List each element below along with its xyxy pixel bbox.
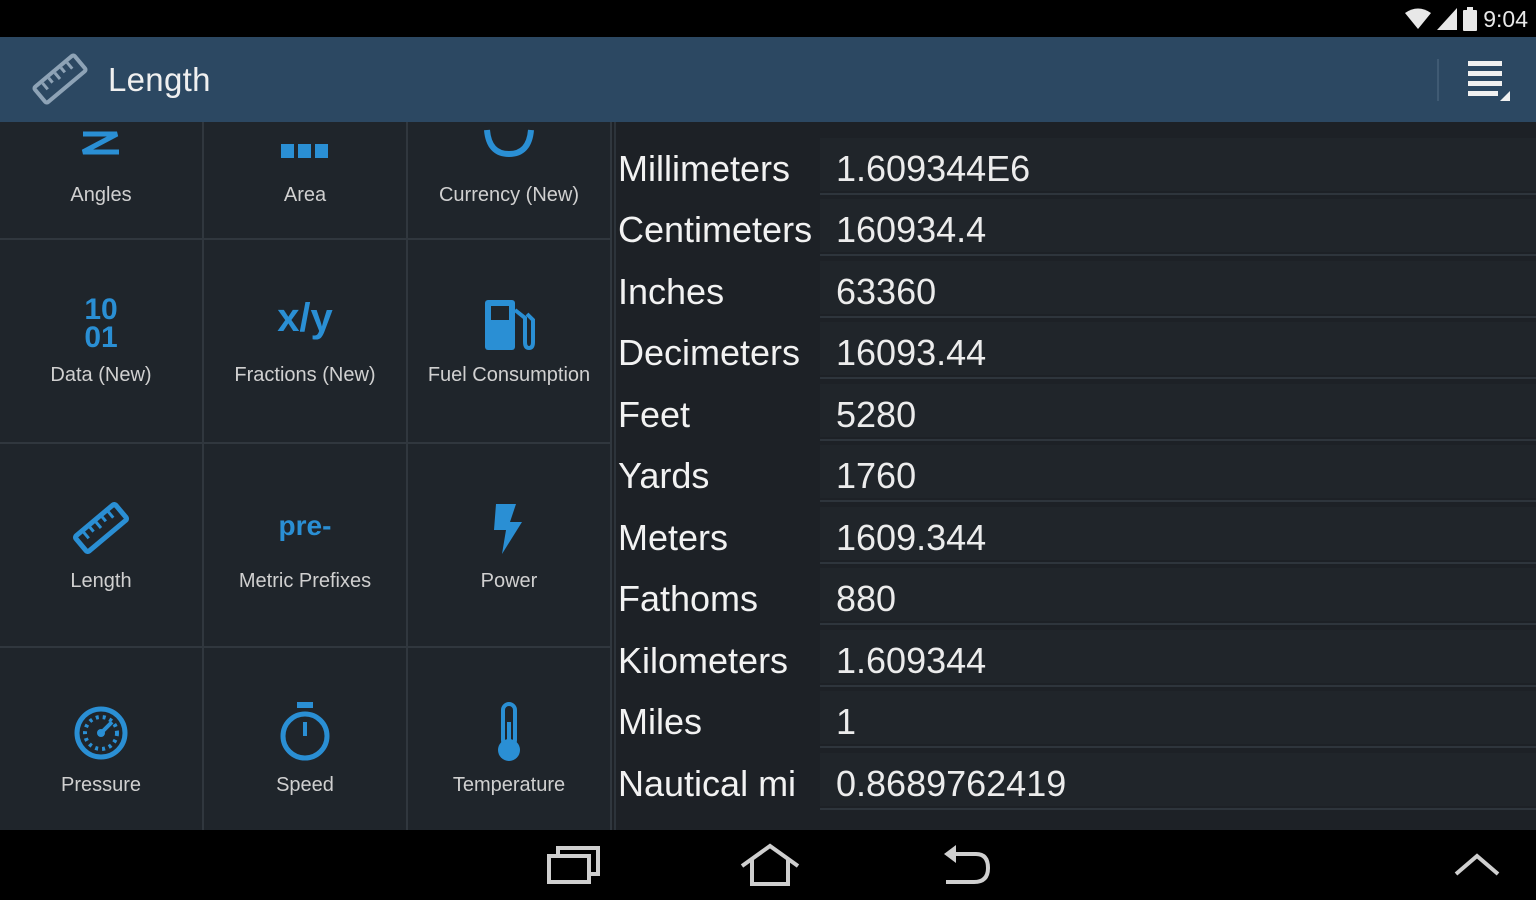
wifi-icon	[1405, 8, 1432, 29]
recent-apps-icon[interactable]	[546, 842, 602, 888]
category-label: Speed	[276, 774, 334, 796]
gauge-icon	[74, 706, 128, 760]
category-fuel[interactable]: Fuel Consumption	[408, 240, 612, 444]
fraction-icon: x/y	[277, 296, 333, 340]
unit-value[interactable]: 1.609344E6	[836, 148, 1030, 190]
conversion-row[interactable]: Kilometers 1.609344	[616, 626, 1536, 687]
category-label: Length	[70, 570, 132, 592]
data-icon-line-1: 10	[84, 293, 118, 326]
category-label: Currency (New)	[438, 184, 580, 206]
conversion-row[interactable]: Yards 1760	[616, 441, 1536, 502]
prefix-icon: pre-	[278, 510, 332, 541]
conversion-row[interactable]: Millimeters 1.609344E6	[616, 134, 1536, 195]
unit-label: Yards	[618, 455, 710, 496]
unit-value[interactable]: 880	[836, 578, 896, 620]
unit-value[interactable]: 5280	[836, 394, 916, 436]
conversion-row[interactable]: Fathoms 880	[616, 564, 1536, 625]
unit-value[interactable]: 63360	[836, 271, 936, 313]
lightning-icon	[494, 504, 522, 554]
category-label: Data (New)	[50, 364, 152, 386]
category-label: Temperature	[452, 774, 566, 796]
back-icon[interactable]	[940, 842, 992, 888]
home-icon[interactable]	[738, 842, 802, 888]
unit-label: Feet	[618, 394, 691, 435]
chevron-up-icon[interactable]	[1452, 850, 1502, 878]
conversion-row[interactable]: Decimeters 16093.44	[616, 318, 1536, 379]
category-label: Fuel Consumption	[427, 364, 591, 386]
category-label: Angles	[70, 184, 132, 206]
unit-label: Millimeters	[618, 148, 791, 189]
status-time: 9:04	[1483, 5, 1528, 32]
action-bar-divider	[1437, 59, 1439, 101]
fuel-pump-icon	[485, 300, 535, 351]
unit-label: Nautical mi	[618, 763, 797, 804]
conversion-row[interactable]: Centimeters 160934.4	[616, 195, 1536, 256]
category-power[interactable]: Power	[408, 444, 612, 648]
unit-value[interactable]: 0.8689762419	[836, 763, 1066, 805]
unit-value[interactable]: 1760	[836, 455, 916, 497]
ruler-icon[interactable]	[30, 51, 90, 107]
unit-value[interactable]: 160934.4	[836, 209, 986, 251]
conversion-row[interactable]: Feet 5280	[616, 380, 1536, 441]
data-icon-line-2: 01	[84, 321, 118, 354]
unit-label: Centimeters	[618, 209, 813, 250]
conversion-row[interactable]: Inches 63360	[616, 257, 1536, 318]
category-fractions[interactable]: x/y Fractions (New)	[204, 240, 408, 444]
ruler-icon	[72, 501, 130, 555]
category-label: Metric Prefixes	[238, 570, 372, 592]
conversion-row[interactable]: Nautical mi 0.8689762419	[616, 749, 1536, 810]
navigation-bar	[0, 830, 1536, 900]
category-label: Fractions (New)	[234, 364, 376, 386]
stopwatch-icon	[280, 702, 330, 761]
unit-label: Kilometers	[618, 640, 789, 681]
unit-label: Fathoms	[618, 578, 759, 619]
status-icons: 9:04	[1405, 4, 1528, 34]
category-grid: Angles Area Currency (New) 10 01 Data (N…	[0, 122, 612, 830]
category-label: Power	[480, 570, 538, 592]
category-pressure[interactable]: Pressure	[0, 648, 204, 830]
area-icon	[281, 144, 328, 158]
category-label: Area	[283, 184, 327, 206]
category-label: Pressure	[60, 774, 142, 796]
battery-icon	[1463, 7, 1478, 31]
category-currency[interactable]: Currency (New)	[408, 122, 612, 240]
conversion-row[interactable]: Meters 1609.344	[616, 503, 1536, 564]
page-title: Length	[108, 61, 211, 98]
unit-value[interactable]: 1609.344	[836, 517, 986, 559]
status-bar: 9:04	[0, 0, 1536, 37]
conversion-list: Millimeters 1.609344E6 Centimeters 16093…	[614, 122, 1536, 830]
category-area[interactable]: Area	[204, 122, 408, 240]
menu-list-icon[interactable]	[1462, 57, 1514, 105]
unit-label: Decimeters	[618, 332, 801, 373]
unit-label: Miles	[618, 701, 703, 742]
unit-label: Inches	[618, 271, 725, 312]
category-speed[interactable]: Speed	[204, 648, 408, 830]
thermometer-icon	[498, 702, 520, 761]
unit-value[interactable]: 1	[836, 701, 856, 743]
category-metric-prefixes[interactable]: pre- Metric Prefixes	[204, 444, 408, 648]
category-temperature[interactable]: Temperature	[408, 648, 612, 830]
action-bar: Length	[0, 37, 1536, 122]
category-length[interactable]: Length	[0, 444, 204, 648]
unit-value[interactable]: 16093.44	[836, 332, 986, 374]
signal-icon	[1437, 8, 1458, 30]
conversion-row[interactable]: Miles 1	[616, 687, 1536, 748]
category-data[interactable]: 10 01 Data (New)	[0, 240, 204, 444]
angle-icon	[81, 131, 119, 155]
unit-value[interactable]: 1.609344	[836, 640, 986, 682]
unit-label: Meters	[618, 517, 729, 558]
category-angles[interactable]: Angles	[0, 122, 204, 240]
currency-icon	[484, 129, 534, 158]
